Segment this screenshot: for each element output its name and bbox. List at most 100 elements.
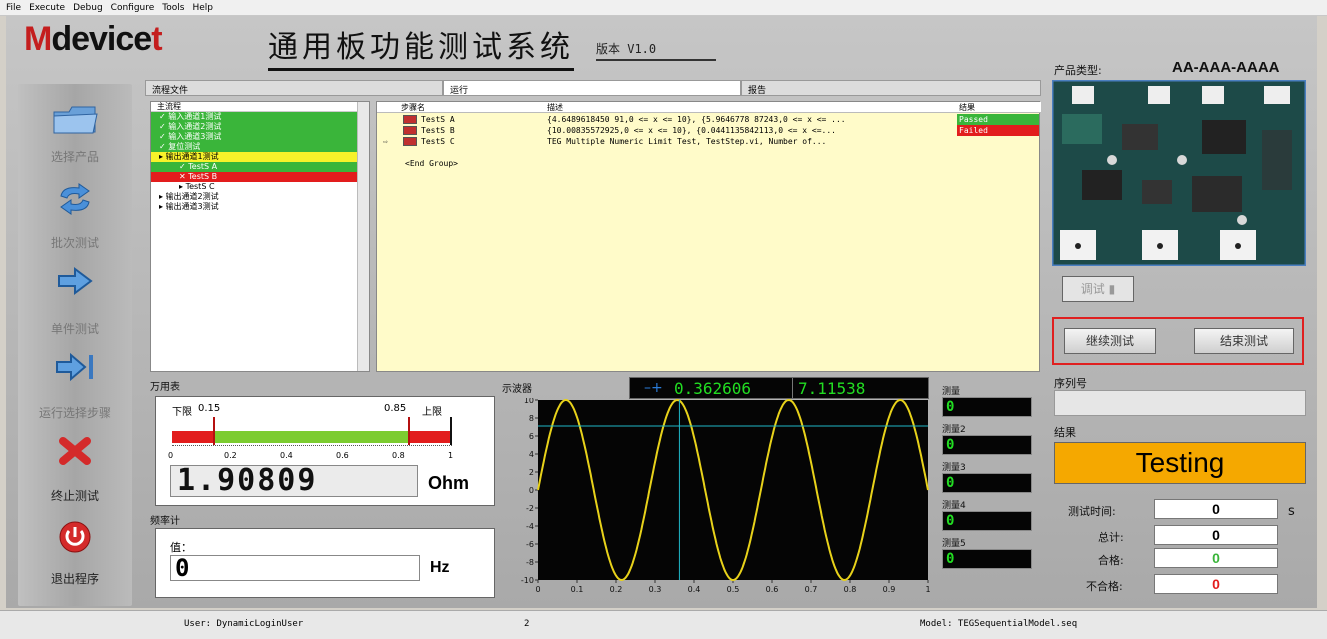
status-model: Model: TEGSequentialModel.seq <box>920 619 1078 629</box>
folder-icon[interactable] <box>50 100 100 138</box>
check-icon: ✓ <box>159 132 169 141</box>
scale-ticks <box>172 445 452 451</box>
end-group-row[interactable]: <End Group> <box>377 158 1041 169</box>
sidebar-label-batch-test[interactable]: 批次测试 <box>18 234 132 251</box>
tree-item[interactable]: ✓ 输入通道2测试 <box>151 122 357 132</box>
high-limit-marker[interactable] <box>408 417 410 445</box>
test-time-field: 0 <box>1154 499 1278 519</box>
tree-item[interactable]: ▸ 输出通道3测试 <box>151 202 357 212</box>
tab-flow-file[interactable]: 流程文件 <box>145 80 443 96</box>
tree-item[interactable]: ✓ 复位测试 <box>151 142 357 152</box>
sequence-row[interactable]: ⇨ TestS C TEG Multiple Numeric Limit Test,… <box>377 136 1041 147</box>
end-test-button[interactable]: 结束测试 <box>1194 328 1294 354</box>
sequence-header-row: 步骤名 描述 结果 <box>377 102 1041 113</box>
sequence-row[interactable]: TestS B {10.00835572925,0 <= x <= 10}, {0… <box>377 125 1041 136</box>
tree-item[interactable]: ▸ TestS C <box>151 182 357 192</box>
low-limit-label: 下限 <box>172 407 192 418</box>
col-description[interactable]: 描述 <box>547 102 952 113</box>
result-status-display: Testing <box>1054 442 1306 484</box>
scale-tick-label: 0.2 <box>224 451 237 460</box>
product-type-value: AA-AAA-AAAA <box>1172 59 1280 76</box>
tab-report[interactable]: 报告 <box>741 80 1041 96</box>
measurement-indicator: 0 <box>942 473 1032 493</box>
step-description: {10.00835572925,0 <= x <= 10}, {0.044113… <box>547 126 836 135</box>
sidebar-label-exit[interactable]: 退出程序 <box>18 570 132 587</box>
scope-title: 示波器 <box>502 384 532 395</box>
measurement-indicator: 0 <box>942 511 1032 531</box>
tree-item[interactable]: ▸ 输出通道2测试 <box>151 192 357 202</box>
measurement-label: 测量 <box>942 387 961 397</box>
tree-item[interactable]: ✓ 输入通道3测试 <box>151 132 357 142</box>
tree-item[interactable]: ✓ 输入通道1测试 <box>151 112 357 122</box>
company-logo: Mdevicet <box>24 20 163 58</box>
step-name: TestS B <box>421 126 455 135</box>
serial-number-field[interactable] <box>1054 390 1306 416</box>
step-name: TestS C <box>421 137 455 146</box>
col-step-name[interactable]: 步骤名 <box>401 102 425 113</box>
tree-scrollbar[interactable] <box>357 102 369 371</box>
arrow-to-bar-icon[interactable] <box>50 348 100 386</box>
product-board-image <box>1052 80 1306 266</box>
y-tick-label: 4 <box>529 450 534 459</box>
tree-item[interactable]: ▸ 输出通道1测试 <box>151 152 357 162</box>
low-limit-marker[interactable] <box>213 417 215 445</box>
measurement-label: 测量2 <box>942 425 966 435</box>
menu-configure[interactable]: Configure <box>111 3 155 13</box>
sidebar-label-run-selected-steps[interactable]: 运行选择步骤 <box>18 404 132 421</box>
menu-help[interactable]: Help <box>192 3 213 13</box>
sidebar-label-select-product[interactable]: 选择产品 <box>18 148 132 165</box>
tree-header[interactable]: 主流程 <box>151 102 369 112</box>
step-type-icon <box>403 115 417 124</box>
sidebar-label-single-test[interactable]: 单件测试 <box>18 320 132 337</box>
pass-label: 合格: <box>1098 554 1124 567</box>
x-tick-label: 0.9 <box>883 585 896 594</box>
y-tick-label: 6 <box>529 432 534 441</box>
fail-x-icon: ✕ <box>179 172 189 181</box>
check-icon: ✓ <box>159 142 169 151</box>
menu-file[interactable]: File <box>6 3 21 13</box>
tree-item-label: 复位测试 <box>168 142 201 151</box>
sidebar-label-stop-test[interactable]: 终止测试 <box>18 487 132 504</box>
cursor-y-value: 7.11538 <box>798 379 866 398</box>
tree-item[interactable]: ✓ TestS A <box>151 162 357 172</box>
fail-count-field: 0 <box>1154 574 1278 594</box>
test-time-unit: s <box>1288 504 1295 519</box>
power-icon[interactable] <box>50 518 100 556</box>
measurement-label: 测量5 <box>942 539 966 549</box>
sequence-row[interactable]: TestS A {4.6489618450 91,0 <= x <= 10}, {… <box>377 114 1041 125</box>
continue-test-button[interactable]: 继续测试 <box>1064 328 1156 354</box>
resistance-readout: 1.90809 <box>170 465 418 497</box>
col-result[interactable]: 结果 <box>957 102 1039 113</box>
scale-tick-label: 0 <box>168 451 174 460</box>
measurement-indicator: 0 <box>942 435 1032 455</box>
menu-debug[interactable]: Debug <box>73 3 103 13</box>
tree-item-label: 输出通道3测试 <box>165 202 219 211</box>
freq-meter-panel: 值： 0 Hz <box>155 528 495 598</box>
scale-tick-label: 0.4 <box>280 451 293 460</box>
step-description: TEG Multiple Numeric Limit Test, TestSte… <box>547 137 827 146</box>
menu-tools[interactable]: Tools <box>162 3 184 13</box>
tree-item-label: 输入通道2测试 <box>168 122 222 131</box>
tab-run[interactable]: 运行 <box>443 80 741 96</box>
freq-unit: Hz <box>430 559 450 576</box>
cursor-crosshair-icon[interactable]: –+ <box>644 380 663 396</box>
arrow-right-icon[interactable] <box>50 262 100 300</box>
step-name: TestS A <box>421 115 455 124</box>
y-tick-label: -4 <box>526 522 534 531</box>
menu-execute[interactable]: Execute <box>29 3 65 13</box>
tree-item[interactable]: ✕ TestS B <box>151 172 357 182</box>
fail-label: 不合格: <box>1086 580 1123 593</box>
measurement-label: 测量4 <box>942 501 966 511</box>
status-bar: User: DynamicLoginUser 2 Model: TEGSeque… <box>0 610 1327 639</box>
oscilloscope-chart[interactable]: 1086420-2-4-6-8-100 0.1 0.2 0.3 0.4 0.5 0.6 0.7… <box>506 398 936 598</box>
tree-item-label: TestS C <box>185 182 215 191</box>
y-tick-label: -6 <box>526 540 534 549</box>
cycle-arrows-icon[interactable] <box>50 180 100 218</box>
step-description: {4.6489618450 91,0 <= x <= 10}, {5.96467… <box>547 115 846 124</box>
debug-button[interactable]: 调试 ▮ <box>1062 276 1134 302</box>
x-tick-label: 0.5 <box>727 585 740 594</box>
y-tick-label: -10 <box>521 576 534 585</box>
menu-bar: File Execute Debug Configure Tools Help <box>0 0 1327 16</box>
left-sidebar: 选择产品 批次测试 单件测试 运行选择步骤 终止测试 退出程序 <box>18 84 132 606</box>
stop-x-icon[interactable] <box>50 432 100 470</box>
